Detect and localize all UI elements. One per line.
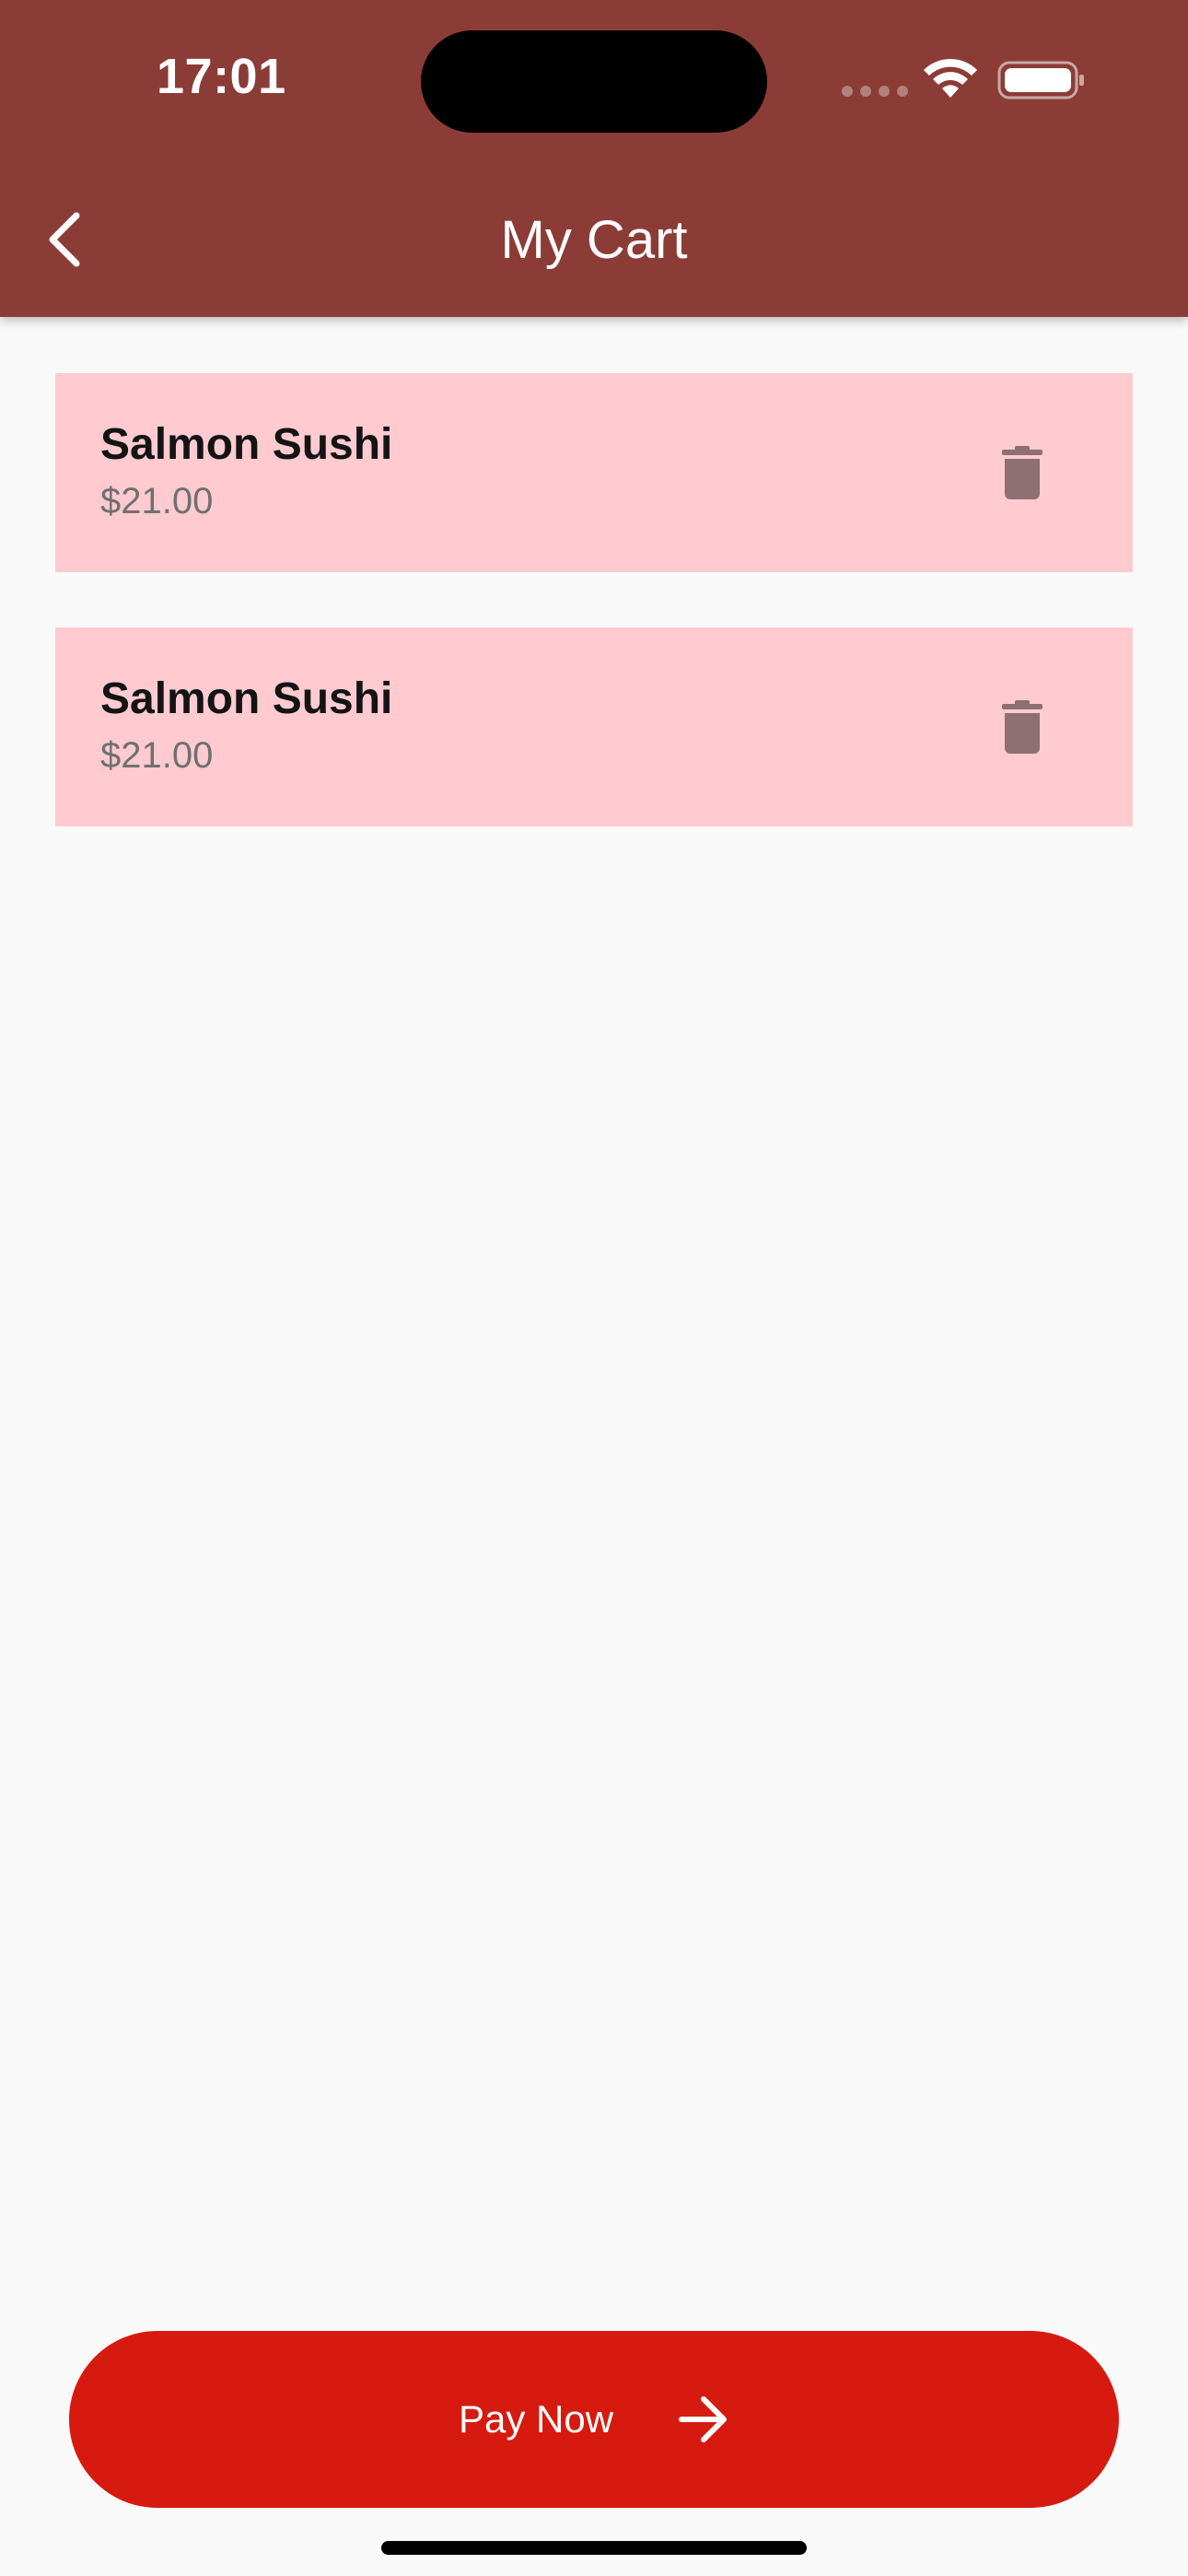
cart-list: Salmon Sushi $21.00 Salmon Sushi $21.00 xyxy=(55,373,1133,882)
arrow-right-icon xyxy=(679,2396,728,2442)
trash-icon xyxy=(1002,446,1042,499)
pay-now-label: Pay Now xyxy=(458,2397,614,2441)
delete-item-button[interactable] xyxy=(985,690,1059,764)
dynamic-island xyxy=(421,30,767,133)
battery-icon xyxy=(997,61,1084,100)
app-bar: 17:01 My Cart xyxy=(0,0,1188,317)
status-time: 17:01 xyxy=(157,49,286,104)
trash-icon xyxy=(1002,700,1042,754)
delete-item-button[interactable] xyxy=(985,436,1059,509)
wifi-icon xyxy=(924,58,977,98)
cart-item: Salmon Sushi $21.00 xyxy=(55,627,1133,826)
cellular-signal-icon xyxy=(842,86,908,97)
item-price: $21.00 xyxy=(100,481,214,521)
item-name: Salmon Sushi xyxy=(100,674,393,723)
item-name: Salmon Sushi xyxy=(100,420,393,469)
pay-now-button[interactable]: Pay Now xyxy=(69,2331,1119,2508)
page-title: My Cart xyxy=(500,210,688,270)
home-indicator[interactable] xyxy=(381,2541,807,2555)
item-price: $21.00 xyxy=(100,735,214,776)
cart-item: Salmon Sushi $21.00 xyxy=(55,373,1133,572)
